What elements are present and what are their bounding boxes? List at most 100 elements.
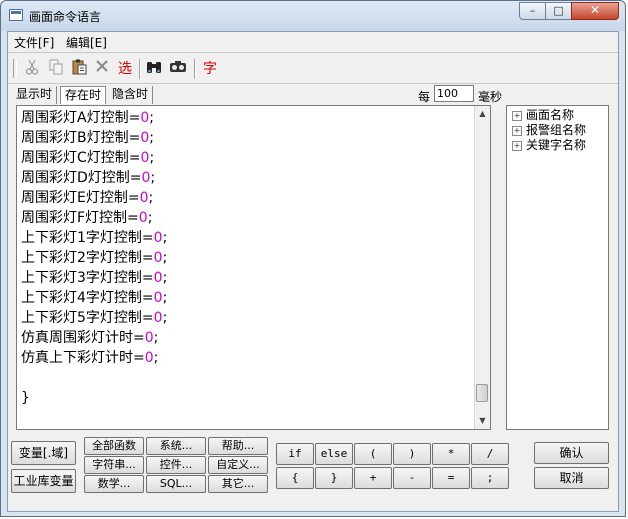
code-text: 上下彩灯4字灯控制=: [21, 290, 154, 306]
other-functions-button[interactable]: 其它...: [208, 475, 268, 493]
op-open-brace-button[interactable]: {: [276, 467, 314, 489]
sql-functions-button[interactable]: SQL...: [146, 475, 206, 493]
interval-prefix-label: 每: [418, 90, 431, 104]
dialog-window: 画面命令语言 – □ ✕ 文件[F] 编辑[E] 选 字 显示时 存在时 隐含时…: [0, 0, 626, 517]
expand-icon[interactable]: +: [512, 126, 522, 136]
op-multiply-button[interactable]: *: [432, 443, 470, 465]
code-text: 仿真周围彩灯计时=: [21, 330, 145, 346]
code-terminator: ;: [153, 330, 159, 346]
code-line[interactable]: 仿真周围彩灯计时=0;: [21, 328, 469, 348]
binoculars-icon[interactable]: [144, 59, 164, 79]
expand-icon[interactable]: +: [512, 111, 522, 121]
control-functions-button[interactable]: 控件...: [146, 456, 206, 474]
code-text: 上下彩灯2字灯控制=: [21, 250, 154, 266]
code-line[interactable]: }: [21, 388, 469, 408]
op-close-paren-button[interactable]: ): [393, 443, 431, 465]
menu-edit[interactable]: 编辑[E]: [66, 34, 107, 51]
op-minus-button[interactable]: -: [393, 467, 431, 489]
op-semicolon-button[interactable]: ;: [471, 467, 509, 489]
code-line[interactable]: 上下彩灯2字灯控制=0;: [21, 248, 469, 268]
code-line[interactable]: 仿真上下彩灯计时=0;: [21, 348, 469, 368]
select-button[interactable]: 选: [115, 59, 135, 79]
op-else-button[interactable]: else: [315, 443, 353, 465]
tab-on-show[interactable]: 显示时: [12, 86, 58, 104]
paste-icon[interactable]: [69, 59, 89, 79]
code-terminator: ;: [153, 350, 159, 366]
code-text: 周围彩灯A灯控制=: [21, 110, 141, 126]
all-functions-button[interactable]: 全部函数: [84, 437, 144, 455]
string-functions-button[interactable]: 字符串...: [84, 456, 144, 474]
tree-item-keywords[interactable]: + 关键字名称: [512, 138, 586, 152]
op-divide-button[interactable]: /: [471, 443, 509, 465]
code-number: 0: [153, 310, 163, 326]
replace-icon[interactable]: [168, 59, 188, 79]
code-line[interactable]: 周围彩灯E灯控制=0;: [21, 188, 469, 208]
tab-on-hide[interactable]: 隐含时: [108, 86, 154, 104]
cut-icon[interactable]: [22, 59, 42, 79]
delete-icon[interactable]: [92, 59, 112, 79]
code-line[interactable]: 周围彩灯F灯控制=0;: [21, 208, 469, 228]
industrial-db-variable-button[interactable]: 工业库变量: [11, 469, 76, 493]
code-line[interactable]: 上下彩灯1字灯控制=0;: [21, 228, 469, 248]
confirm-button[interactable]: 确认: [534, 442, 609, 464]
code-line[interactable]: 上下彩灯4字灯控制=0;: [21, 288, 469, 308]
scroll-down-arrow-icon[interactable]: ▼: [476, 414, 489, 428]
scroll-up-arrow-icon[interactable]: ▲: [476, 107, 489, 121]
interval-input[interactable]: 100: [434, 85, 474, 102]
close-button[interactable]: ✕: [571, 2, 619, 20]
op-close-brace-button[interactable]: }: [315, 467, 353, 489]
op-if-button[interactable]: if: [276, 443, 314, 465]
maximize-button[interactable]: □: [545, 2, 572, 20]
title-bar: 画面命令语言 – □ ✕: [1, 1, 625, 31]
tab-while-exist[interactable]: 存在时: [60, 86, 107, 104]
code-terminator: ;: [148, 190, 154, 206]
op-plus-button[interactable]: +: [354, 467, 392, 489]
code-terminator: ;: [162, 230, 168, 246]
code-number: 0: [140, 130, 150, 146]
code-text: 周围彩灯F灯控制=: [21, 210, 139, 226]
code-terminator: ;: [149, 130, 154, 146]
code-line[interactable]: 周围彩灯B灯控制=0;: [21, 128, 469, 148]
code-line[interactable]: 周围彩灯C灯控制=0;: [21, 148, 469, 168]
code-line[interactable]: 上下彩灯5字灯控制=0;: [21, 308, 469, 328]
code-text: 仿真上下彩灯计时=: [21, 350, 145, 366]
code-lines[interactable]: 周围彩灯A灯控制=0; 周围彩灯B灯控制=0; 周围彩灯C灯控制=0; 周围彩灯D灯控…: [21, 108, 469, 423]
code-terminator: ;: [147, 210, 153, 226]
tree-item-alarm-groups[interactable]: + 报警组名称: [512, 123, 586, 137]
minimize-button[interactable]: –: [519, 2, 546, 20]
name-tree: + 画面名称 + 报警组名称 + 关键字名称: [506, 105, 609, 430]
code-line[interactable]: 上下彩灯3字灯控制=0;: [21, 268, 469, 288]
variable-field-button[interactable]: 变量[.域]: [11, 441, 76, 465]
code-number: 0: [139, 190, 149, 206]
scroll-thumb[interactable]: [476, 384, 488, 402]
editor-scrollbar[interactable]: ▲ ▼: [474, 106, 490, 429]
script-editor[interactable]: 周围彩灯A灯控制=0; 周围彩灯B灯控制=0; 周围彩灯C灯控制=0; 周围彩灯D灯控…: [16, 105, 491, 430]
cancel-button[interactable]: 取消: [534, 467, 609, 489]
toolbar-separator: [139, 59, 141, 79]
menu-file[interactable]: 文件[F]: [14, 34, 54, 51]
math-functions-button[interactable]: 数学...: [84, 475, 144, 493]
custom-functions-button[interactable]: 自定义...: [208, 456, 268, 474]
code-line[interactable]: [21, 368, 469, 388]
code-terminator: ;: [162, 310, 168, 326]
menu-bar: 文件[F] 编辑[E]: [8, 32, 618, 50]
toolbar-grip[interactable]: [13, 59, 17, 78]
code-line[interactable]: 周围彩灯D灯控制=0;: [21, 168, 469, 188]
op-open-paren-button[interactable]: (: [354, 443, 392, 465]
font-button[interactable]: 字: [200, 59, 220, 79]
code-line[interactable]: 周围彩灯A灯控制=0;: [21, 108, 469, 128]
op-equals-button[interactable]: =: [432, 467, 470, 489]
code-number: 0: [144, 330, 154, 346]
code-terminator: ;: [162, 270, 168, 286]
code-text: 周围彩灯C灯控制=: [21, 150, 141, 166]
expand-icon[interactable]: +: [512, 141, 522, 151]
copy-icon[interactable]: [46, 59, 66, 79]
tree-item-screen-names[interactable]: + 画面名称: [512, 108, 574, 122]
app-icon: [9, 9, 23, 21]
code-text: 周围彩灯E灯控制=: [21, 190, 140, 206]
code-terminator: ;: [150, 170, 156, 186]
code-number: 0: [144, 350, 154, 366]
system-functions-button[interactable]: 系统...: [146, 437, 206, 455]
interval-unit-label: 毫秒: [478, 90, 503, 104]
help-button[interactable]: 帮助...: [208, 437, 268, 455]
